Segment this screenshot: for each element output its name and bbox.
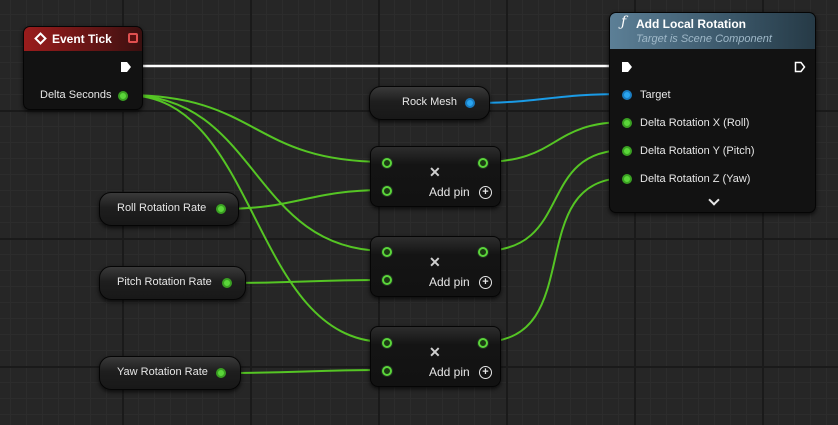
delta-rotation-roll-label: Delta Rotation X (Roll)	[640, 117, 750, 129]
pitch-rotation-rate-label: Pitch Rotation Rate	[117, 276, 212, 288]
add-local-rotation-header: ƒ Add Local Rotation Target is Scene Com…	[610, 13, 815, 49]
add-local-rotation-subtitle: Target is Scene Component	[636, 33, 772, 45]
add-pin-label[interactable]: Add pin	[429, 365, 470, 379]
multiply-yaw-input-a-pin[interactable]	[382, 338, 392, 348]
delta-rotation-pitch-pin[interactable]	[622, 146, 632, 156]
multiply-node-roll[interactable]: ✕ Add pin +	[370, 146, 501, 207]
pitch-rotation-rate-pin[interactable]	[222, 278, 232, 288]
event-tick-node[interactable]: Event Tick Delta Seconds	[23, 26, 143, 110]
event-stop-icon	[128, 33, 138, 43]
rock-mesh-variable-node[interactable]: Rock Mesh	[369, 86, 490, 120]
pitch-rotation-rate-node[interactable]: Pitch Rotation Rate	[99, 266, 246, 300]
add-local-rotation-node[interactable]: ƒ Add Local Rotation Target is Scene Com…	[609, 12, 816, 213]
multiply-roll-output-pin[interactable]	[478, 158, 488, 168]
event-tick-exec-out-pin[interactable]	[120, 61, 132, 73]
delta-rotation-pitch-label: Delta Rotation Y (Pitch)	[640, 145, 755, 157]
wire-mul1-to-roll	[481, 121, 627, 163]
multiply-pitch-input-b-pin[interactable]	[382, 275, 392, 285]
multiply-node-pitch[interactable]: ✕ Add pin +	[370, 236, 501, 297]
object-wire-rock-mesh	[469, 93, 627, 104]
event-diamond-icon	[34, 32, 47, 45]
roll-rotation-rate-label: Roll Rotation Rate	[117, 202, 207, 214]
target-pin[interactable]	[622, 90, 632, 100]
target-label: Target	[640, 89, 671, 101]
event-tick-title: Event Tick	[52, 32, 112, 46]
wire-yaw-to-mul3	[219, 369, 387, 374]
add-pin-label[interactable]: Add pin	[429, 275, 470, 289]
event-tick-header: Event Tick	[24, 27, 142, 51]
multiply-yaw-input-b-pin[interactable]	[382, 366, 392, 376]
delta-seconds-pin[interactable]	[118, 91, 128, 101]
multiply-icon: ✕	[429, 254, 441, 270]
add-local-rotation-exec-out-pin[interactable]	[794, 61, 806, 73]
function-icon: ƒ	[621, 14, 627, 30]
wire-pitch-to-mul2	[225, 279, 387, 284]
multiply-roll-input-b-pin[interactable]	[382, 186, 392, 196]
yaw-rotation-rate-label: Yaw Rotation Rate	[117, 366, 208, 378]
delta-rotation-yaw-pin[interactable]	[622, 174, 632, 184]
add-pin-plus-icon[interactable]: +	[479, 366, 492, 379]
yaw-rotation-rate-pin[interactable]	[216, 368, 226, 378]
rock-mesh-label: Rock Mesh	[402, 96, 458, 108]
delta-rotation-yaw-label: Delta Rotation Z (Yaw)	[640, 173, 751, 185]
multiply-icon: ✕	[429, 164, 441, 180]
delta-rotation-roll-pin[interactable]	[622, 118, 632, 128]
roll-rotation-rate-node[interactable]: Roll Rotation Rate	[99, 192, 239, 226]
add-pin-plus-icon[interactable]: +	[479, 276, 492, 289]
wire-delta-to-mul2	[125, 94, 387, 252]
chevron-down-icon[interactable]	[708, 194, 720, 206]
yaw-rotation-rate-node[interactable]: Yaw Rotation Rate	[99, 356, 241, 390]
multiply-node-yaw[interactable]: ✕ Add pin +	[370, 326, 501, 387]
delta-seconds-label: Delta Seconds	[40, 89, 112, 101]
wire-delta-to-mul1	[125, 94, 387, 163]
multiply-pitch-output-pin[interactable]	[478, 247, 488, 257]
multiply-yaw-output-pin[interactable]	[478, 338, 488, 348]
multiply-icon: ✕	[429, 344, 441, 360]
wire-roll-to-mul1	[219, 189, 387, 210]
rock-mesh-pin[interactable]	[465, 98, 475, 108]
add-local-rotation-title: Add Local Rotation	[636, 17, 746, 31]
wire-mul3-to-yaw	[481, 177, 627, 343]
roll-rotation-rate-pin[interactable]	[216, 204, 226, 214]
add-pin-plus-icon[interactable]: +	[479, 186, 492, 199]
add-local-rotation-exec-in-pin[interactable]	[621, 61, 633, 73]
multiply-roll-input-a-pin[interactable]	[382, 158, 392, 168]
multiply-pitch-input-a-pin[interactable]	[382, 247, 392, 257]
add-pin-label[interactable]: Add pin	[429, 185, 470, 199]
wire-mul2-to-pitch	[481, 149, 627, 252]
